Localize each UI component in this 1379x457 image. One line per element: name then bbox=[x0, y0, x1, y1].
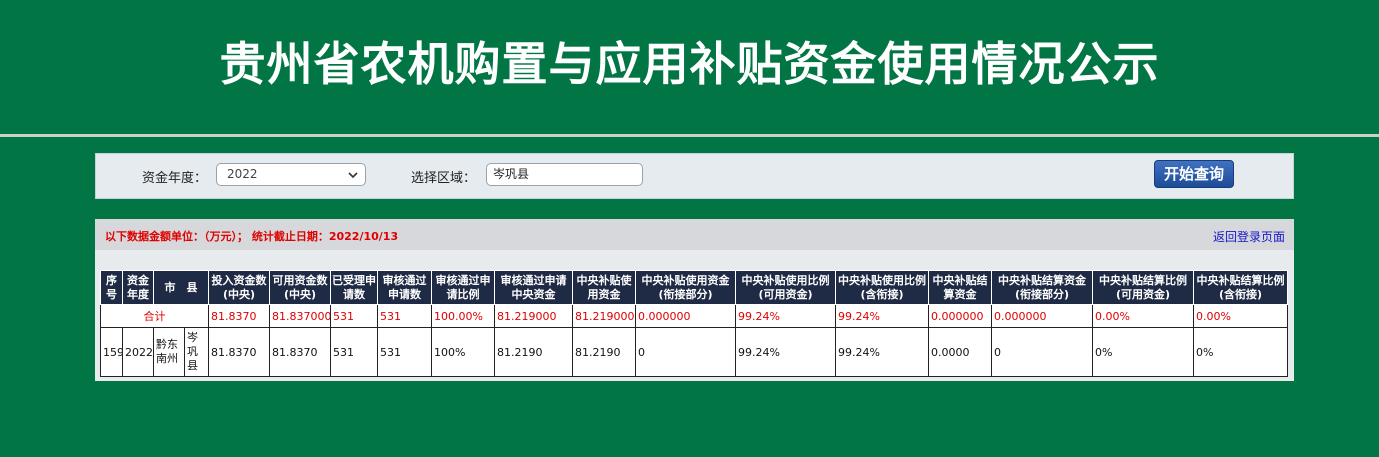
table-cell: 531 bbox=[330, 304, 378, 328]
back-to-login-link[interactable]: 返回登录页面 bbox=[1213, 228, 1285, 245]
info-bar: 以下数据金额单位：（万元）； 统计截止日期：2022/10/13 返回登录页面 bbox=[95, 219, 1294, 250]
chevron-down-icon bbox=[347, 167, 359, 179]
col-header: 中央补贴使用资金 bbox=[572, 270, 636, 305]
table-cell: 531 bbox=[377, 304, 432, 328]
table-cell: 81.8370 bbox=[208, 327, 270, 377]
table-cell: 0 bbox=[991, 327, 1093, 377]
col-header: 审核通过申请中央资金 bbox=[494, 270, 573, 305]
table-cell: 81.2190 bbox=[572, 327, 636, 377]
table-cell: 531 bbox=[330, 327, 378, 377]
table-cell: 99.24% bbox=[735, 327, 836, 377]
table-cell: 99.24% bbox=[835, 304, 929, 328]
table-cell: 0.000000 bbox=[991, 304, 1093, 328]
table-cell: 0.000000 bbox=[635, 304, 736, 328]
col-header: 中央补贴使用比例(含衔接) bbox=[835, 270, 929, 305]
table-cell: 0.0000 bbox=[928, 327, 992, 377]
table-cell: 0% bbox=[1092, 327, 1194, 377]
table-header-row: 序号 资金年度 市 县 投入资金数(中央) 可用资金数(中央) 已受理申请数 审… bbox=[100, 270, 1288, 305]
col-header: 中央补贴使用资金(衔接部分) bbox=[635, 270, 736, 305]
unit-notice: 以下数据金额单位：（万元）； 统计截止日期：2022/10/13 bbox=[105, 230, 399, 243]
col-header: 资金年度 bbox=[122, 270, 154, 305]
row-county: 岑巩县 bbox=[184, 327, 209, 377]
col-header: 投入资金数(中央) bbox=[208, 270, 270, 305]
col-header: 中央补贴结算资金 bbox=[928, 270, 992, 305]
col-header: 审核通过申请数 bbox=[377, 270, 432, 305]
row-seq: 159 bbox=[100, 327, 123, 377]
table-cell: 81.8370 bbox=[269, 327, 331, 377]
table-cell: 81.219000 bbox=[494, 304, 573, 328]
table-cell: 0.00% bbox=[1092, 304, 1194, 328]
col-header: 中央补贴结算比例(含衔接) bbox=[1193, 270, 1288, 305]
region-input[interactable]: 岑巩县 bbox=[486, 163, 643, 186]
table-cell: 99.24% bbox=[735, 304, 836, 328]
table-cell: 99.24% bbox=[835, 327, 929, 377]
col-header: 可用资金数(中央) bbox=[269, 270, 331, 305]
table-cell: 100.00% bbox=[431, 304, 495, 328]
row-city: 黔东南州 bbox=[153, 327, 185, 377]
table-cell: 81.219000 bbox=[572, 304, 636, 328]
page-header: 贵州省农机购置与应用补贴资金使用情况公示 bbox=[0, 0, 1379, 137]
table-cell: 100% bbox=[431, 327, 495, 377]
row-year: 2022 bbox=[122, 327, 154, 377]
region-label: 选择区域： bbox=[411, 171, 477, 186]
search-panel: 资金年度： 2022 选择区域： 岑巩县 开始查询 bbox=[95, 153, 1294, 199]
query-button[interactable]: 开始查询 bbox=[1154, 160, 1234, 188]
table-cell: 531 bbox=[377, 327, 432, 377]
year-select-value: 2022 bbox=[227, 167, 258, 181]
total-label: 合计 bbox=[100, 304, 209, 328]
year-select[interactable]: 2022 bbox=[216, 163, 366, 186]
col-header: 中央补贴使用比例(可用资金) bbox=[735, 270, 836, 305]
table-cell: 81.8370 bbox=[208, 304, 270, 328]
table-row: 159 2022 黔东南州 岑巩县 81.8370 81.8370 531 53… bbox=[100, 327, 1288, 377]
table-cell: 81.837000 bbox=[269, 304, 331, 328]
year-label: 资金年度： bbox=[142, 171, 208, 186]
results-panel: 以下数据金额单位：（万元）； 统计截止日期：2022/10/13 返回登录页面 … bbox=[95, 219, 1294, 381]
col-header: 已受理申请数 bbox=[330, 270, 378, 305]
table-cell: 0.00% bbox=[1193, 304, 1288, 328]
col-header: 中央补贴结算资金(衔接部分) bbox=[991, 270, 1093, 305]
table-cell: 81.2190 bbox=[494, 327, 573, 377]
col-header: 中央补贴结算比例(可用资金) bbox=[1092, 270, 1194, 305]
page-title: 贵州省农机购置与应用补贴资金使用情况公示 bbox=[219, 37, 1160, 91]
col-header: 审核通过申请比例 bbox=[431, 270, 495, 305]
table-cell: 0% bbox=[1193, 327, 1288, 377]
results-table: 序号 资金年度 市 县 投入资金数(中央) 可用资金数(中央) 已受理申请数 审… bbox=[100, 270, 1288, 377]
total-row: 合计 81.8370 81.837000 531 531 100.00% 81.… bbox=[100, 304, 1288, 328]
table-cell: 0.000000 bbox=[928, 304, 992, 328]
col-header: 市 县 bbox=[153, 270, 209, 305]
col-header: 序号 bbox=[100, 270, 123, 305]
table-cell: 0 bbox=[635, 327, 736, 377]
